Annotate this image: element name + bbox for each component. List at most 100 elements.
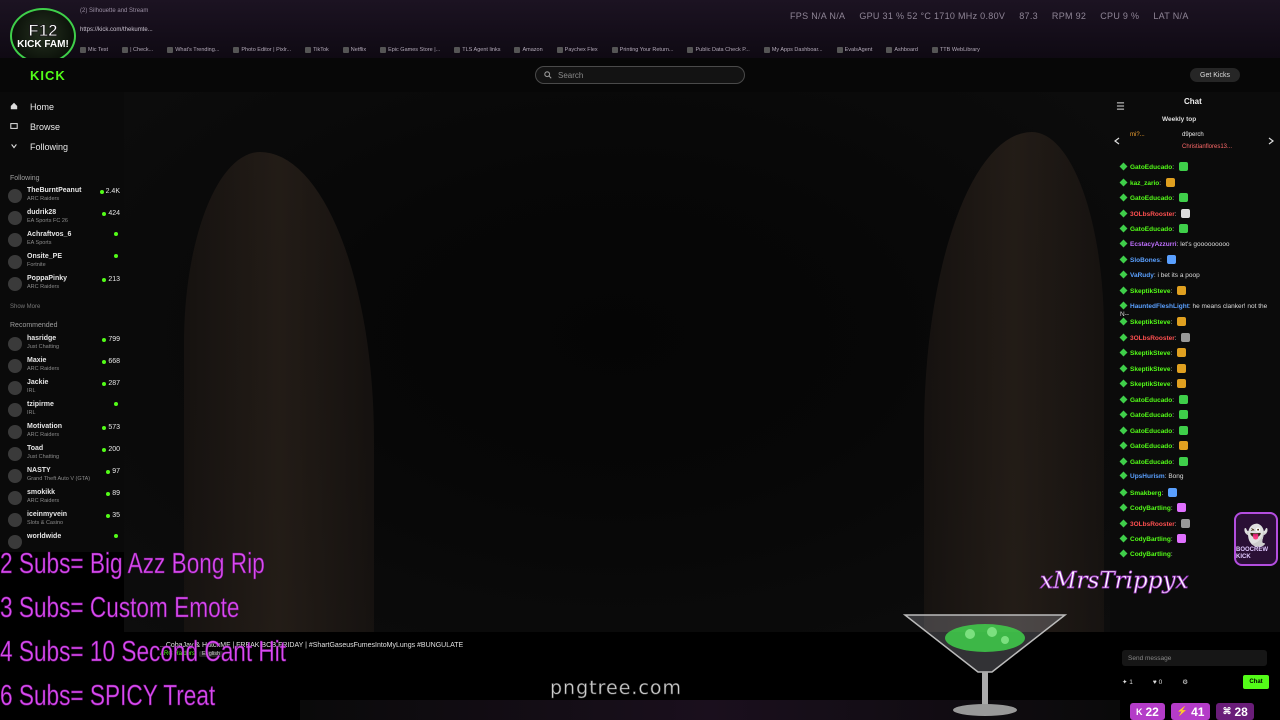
gifter-3[interactable]: Christianflores13... <box>1182 144 1232 150</box>
chat-username[interactable]: CodyBartling <box>1130 505 1171 512</box>
sidebar-channel[interactable]: Toad Just Chatting 200 <box>8 444 122 466</box>
sidebar-channel[interactable]: iceinmyvein Slots & Casino 35 <box>8 510 122 532</box>
sidebar-channel[interactable]: Jackie IRL 287 <box>8 378 122 400</box>
sidebar-channel[interactable]: Onsite_PE Fortnite <box>8 252 122 274</box>
chat-username[interactable]: GatoEducado <box>1130 226 1172 233</box>
chat-username[interactable]: SkeptikSteve <box>1130 319 1170 326</box>
site-header: KICK Search Get Kicks <box>0 58 1280 92</box>
chat-username[interactable]: GatoEducado <box>1130 397 1172 404</box>
chat-input[interactable]: Send message <box>1122 650 1267 666</box>
sidebar-item-following[interactable]: Following <box>10 142 68 152</box>
bookmark-item[interactable]: Photo Editor | Pixlr... <box>233 47 291 53</box>
avatar <box>8 469 22 483</box>
bookmark-label: Photo Editor | Pixlr... <box>241 47 292 53</box>
emote-icon <box>1178 410 1188 419</box>
chat-username[interactable]: UpsHurism <box>1130 473 1165 480</box>
sidebar-channel[interactable]: hasridge Just Chatting 799 <box>8 334 122 356</box>
bookmark-item[interactable]: Printing Your Return... <box>611 47 673 53</box>
chat-message: GatoEducado: <box>1119 193 1275 203</box>
chat-username[interactable]: SkeptikSteve <box>1130 366 1170 373</box>
bookmark-item[interactable]: What's Trending... <box>167 47 219 53</box>
boocrew-label: BOOCREW KICK <box>1236 547 1268 560</box>
chat-username[interactable]: 3OLbsRooster <box>1130 211 1175 218</box>
bookmark-item[interactable]: TikTok <box>305 47 329 53</box>
channel-name: Achraftvos_6 <box>27 231 72 238</box>
chat-username[interactable]: GatoEducado <box>1130 443 1172 450</box>
sidebar-channel[interactable]: Achraftvos_6 EA Sports <box>8 230 122 252</box>
chat-username[interactable]: 3OLbsRooster <box>1130 335 1175 342</box>
gifter-2[interactable]: d9perch <box>1182 132 1204 138</box>
bookmark-item[interactable]: | Check... <box>122 47 153 53</box>
sidebar-channel[interactable]: tzipirme IRL <box>8 400 122 422</box>
get-kicks-button[interactable]: Get Kicks <box>1190 68 1240 82</box>
chat-username[interactable]: Smakberg <box>1130 490 1161 497</box>
chat-username[interactable]: kaz_zario <box>1130 180 1159 187</box>
bookmark-item[interactable]: My Apps Dashboar... <box>763 47 823 53</box>
bookmark-item[interactable]: Epic Games Store |... <box>380 47 440 53</box>
sidebar-channel[interactable]: Motivation ARC Raiders 573 <box>8 422 122 444</box>
bookmark-item[interactable]: Mic Test <box>80 47 108 53</box>
search-input[interactable]: Search <box>535 66 745 84</box>
bookmark-item[interactable]: Paychex Flex <box>556 47 598 53</box>
counter-subs: ⌘ 28 <box>1216 703 1254 720</box>
chat-username[interactable]: SkeptikSteve <box>1130 381 1170 388</box>
sidebar-channel[interactable]: PoppaPinky ARC Raiders 213 <box>8 274 122 296</box>
live-dot-icon <box>114 534 118 538</box>
chat-username[interactable]: SkeptikSteve <box>1130 350 1170 357</box>
collapse-chat-icon[interactable] <box>1116 97 1125 115</box>
show-more-link[interactable]: Show More <box>10 304 40 310</box>
bookmark-item[interactable]: TTB WebLibrary <box>931 47 980 53</box>
chat-separator: : <box>1159 257 1164 264</box>
chat-username[interactable]: CodyBartling <box>1130 536 1171 543</box>
chat-message: GatoEducado: <box>1119 394 1275 405</box>
chat-username[interactable]: GatoEducado <box>1130 412 1172 419</box>
kick-logo[interactable]: KICK <box>30 68 66 83</box>
bookmark-favicon-icon <box>836 47 843 53</box>
chat-username[interactable]: EcstacyAzzurri <box>1130 241 1177 248</box>
bookmark-item[interactable]: Netflix <box>342 47 366 53</box>
address-bar[interactable]: https://kick.com/thekumte... <box>80 27 180 33</box>
like-counter[interactable]: ♥ 0 <box>1153 679 1162 686</box>
sub-badge-icon <box>1119 178 1128 186</box>
chat-username[interactable]: VaRudy <box>1130 272 1154 279</box>
gifter-1[interactable]: mi?... <box>1130 132 1145 138</box>
chat-username[interactable]: GatoEducado <box>1130 195 1172 202</box>
bookmark-item[interactable]: EvalsAgent <box>836 47 872 53</box>
channel-category: Fortnite <box>27 262 46 268</box>
sidebar-channel[interactable]: dudrik28 EA Sports FC 26 424 <box>8 208 122 230</box>
avatar <box>8 359 22 373</box>
recommended-heading: Recommended <box>10 322 58 329</box>
video-player[interactable] <box>124 92 1110 632</box>
live-dot-icon <box>102 277 107 282</box>
sidebar-channel[interactable]: TheBurntPeanut ARC Raiders 2.4K <box>8 186 122 208</box>
bookmark-item[interactable]: Public Data Check P... <box>687 47 750 53</box>
chat-username[interactable]: HauntedFleshLight <box>1130 303 1189 310</box>
sidebar-item-browse[interactable]: Browse <box>10 122 60 132</box>
emote-icon <box>1177 286 1187 295</box>
channel-points[interactable]: ✦ 1 <box>1122 678 1133 686</box>
sidebar-channel[interactable]: smokikk ARC Raiders 89 <box>8 488 122 510</box>
emote-icon <box>1178 394 1188 404</box>
bookmark-item[interactable]: Ashboard <box>886 47 918 53</box>
sidebar-channel[interactable]: NASTY Grand Theft Auto V (GTA) 97 <box>8 466 122 488</box>
settings-icon[interactable]: ⚙ <box>1182 678 1188 686</box>
chat-username[interactable]: GatoEducado <box>1130 164 1172 171</box>
chevron-right-icon[interactable] <box>1268 132 1274 150</box>
bookmark-item[interactable]: Amazon <box>514 47 543 53</box>
browser-tab[interactable]: (2) Silhouette and Stream <box>80 8 148 14</box>
sidebar-item-home[interactable]: Home <box>10 102 54 112</box>
chat-username[interactable]: SkeptikSteve <box>1130 288 1170 295</box>
sidebar-channel[interactable]: Maxie ARC Raiders 668 <box>8 356 122 378</box>
chat-username[interactable]: GatoEducado <box>1130 459 1172 466</box>
channel-category: Just Chatting <box>27 454 60 460</box>
bookmark-item[interactable]: TLS Agent links <box>454 47 500 53</box>
chat-username[interactable]: 3OLbsRooster <box>1130 521 1175 528</box>
chat-send-button[interactable]: Chat <box>1243 675 1269 689</box>
chevron-left-icon[interactable] <box>1114 132 1120 150</box>
chat-username[interactable]: GatoEducado <box>1130 428 1172 435</box>
viewer-count-value: 573 <box>108 424 120 431</box>
viewer-count <box>114 402 120 406</box>
chat-username[interactable]: SloBones <box>1130 257 1160 264</box>
chat-username[interactable]: CodyBartling <box>1130 551 1171 558</box>
chat-separator: : <box>1174 210 1179 218</box>
